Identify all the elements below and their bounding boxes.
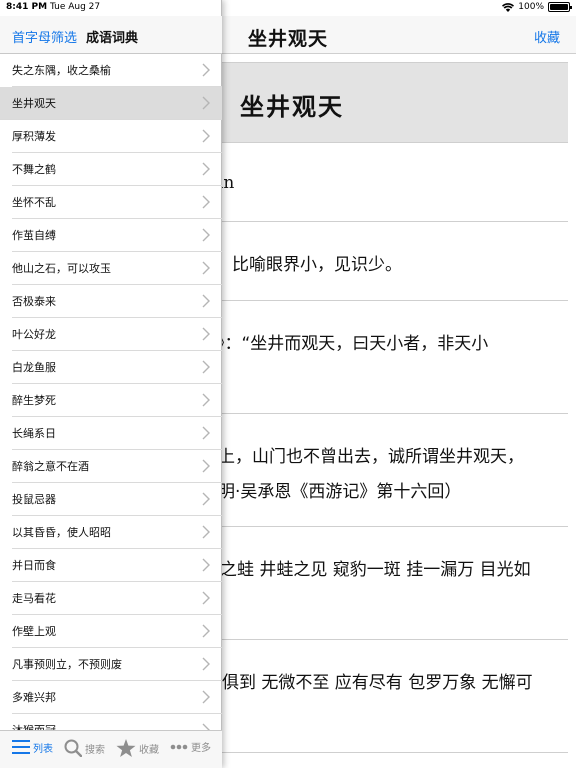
list-item-label: 作壁上观 — [12, 625, 56, 638]
sidebar-title: 成语词典 — [86, 31, 139, 46]
idiom-heading: 坐井观天 — [240, 93, 344, 121]
battery-fill — [550, 4, 568, 10]
antonyms-text: 俱到 无微不至 应有尽有 包罗万象 无懈可 — [222, 673, 533, 693]
chevron-right-icon — [202, 723, 210, 730]
list-item[interactable]: 作茧自缚 — [12, 219, 222, 252]
status-right-group: 100% — [502, 2, 572, 12]
initial-filter-button[interactable]: 首字母筛选 — [12, 27, 77, 46]
chevron-right-icon — [202, 459, 210, 473]
list-item[interactable]: 醉生梦死 — [12, 384, 222, 417]
example-text-line2: 明·吴承恩《西游记》第十六回） — [218, 482, 462, 502]
list-item[interactable]: 失之东隅，收之桑榆 — [12, 54, 222, 87]
list-item[interactable]: 不舞之鹤 — [12, 153, 222, 186]
chevron-right-icon — [202, 624, 210, 638]
list-item-label: 沐猴而冠 — [12, 722, 56, 730]
list-item-label: 多难兴邦 — [12, 691, 56, 704]
search-icon — [64, 739, 82, 757]
list-item-label: 叶公好龙 — [12, 328, 56, 341]
list-icon — [12, 739, 30, 755]
chevron-right-icon — [202, 360, 210, 374]
chevron-right-icon — [202, 261, 210, 275]
chevron-right-icon — [202, 426, 210, 440]
source-text: 》：“坐井而观天，曰天小者，非天小 — [216, 334, 489, 354]
wifi-icon — [502, 2, 515, 12]
list-item-label: 投鼠忌器 — [12, 493, 56, 506]
tab-bar: 列表 搜索 收藏 更多 — [0, 730, 222, 768]
tab-favorites[interactable]: 收藏 — [116, 739, 159, 758]
list-item-label: 厚积薄发 — [12, 130, 56, 143]
list-item-label: 并日而食 — [12, 559, 56, 572]
list-item[interactable]: 厚积薄发 — [12, 120, 222, 153]
list-item[interactable]: 醉翁之意不在酒 — [12, 450, 222, 483]
chevron-right-icon — [202, 195, 210, 209]
chevron-right-icon — [202, 63, 210, 77]
tab-list[interactable]: 列表 — [12, 739, 53, 755]
list-item[interactable]: 坐井观天 — [0, 87, 222, 120]
list-item[interactable]: 叶公好龙 — [12, 318, 222, 351]
list-item-label: 以其昏昏，使人昭昭 — [12, 526, 111, 539]
list-item-label: 凡事预则立，不预则废 — [12, 658, 122, 671]
list-item[interactable]: 长绳系日 — [12, 417, 222, 450]
tab-more-label: 更多 — [191, 743, 211, 754]
list-item-label: 失之东隅，收之桑榆 — [12, 64, 111, 77]
list-item[interactable]: 否极泰来 — [12, 285, 222, 318]
list-item[interactable]: 白龙鱼服 — [12, 351, 222, 384]
list-item[interactable]: 作壁上观 — [12, 615, 222, 648]
sidebar-navigation-bar: 首字母筛选 成语词典 — [0, 16, 222, 54]
chevron-right-icon — [202, 294, 210, 308]
list-item[interactable]: 坐怀不乱 — [12, 186, 222, 219]
tab-favorites-label: 收藏 — [139, 745, 159, 756]
chevron-right-icon — [202, 327, 210, 341]
favorite-button[interactable]: 收藏 — [534, 27, 560, 46]
chevron-right-icon — [202, 525, 210, 539]
list-item-label: 醉生梦死 — [12, 394, 56, 407]
chevron-right-icon — [202, 690, 210, 704]
chevron-right-icon — [202, 657, 210, 671]
status-time: 8:41 PM — [6, 2, 48, 12]
definition-text: 比喻眼界小，见识少。 — [232, 255, 402, 275]
tab-search-label: 搜索 — [85, 744, 105, 756]
chevron-right-icon — [202, 393, 210, 407]
list-item[interactable]: 投鼠忌器 — [12, 483, 222, 516]
idiom-list[interactable]: 失之东隅，收之桑榆 坐井观天厚积薄发不舞之鹤坐怀不乱作茧自缚他山之石，可以攻玉 否极… — [0, 54, 222, 730]
battery-percent: 100% — [518, 2, 544, 12]
status-date: Tue Aug 27 — [50, 2, 101, 12]
list-item-label: 走马看花 — [12, 592, 56, 605]
list-item[interactable]: 沐猴而冠 — [12, 714, 222, 730]
list-item[interactable]: 凡事预则立，不预则废 — [12, 648, 222, 681]
synonyms-text: 之蛙 井蛙之见 窥豹一斑 挂一漏万 目光如 — [220, 560, 531, 580]
example-text-line1: 上，山门也不曾出去，诚所谓坐井观天， — [218, 447, 524, 467]
idiom-list-sidebar: 首字母筛选 成语词典 失之东隅，收之桑榆 坐井观天厚积薄发不舞之鹤坐怀不乱作茧自缚… — [0, 0, 222, 768]
list-item-label: 否极泰来 — [12, 295, 56, 308]
list-item-label: 醉翁之意不在酒 — [12, 460, 89, 473]
list-item-label: 不舞之鹤 — [12, 163, 56, 176]
list-item-label: 坐怀不乱 — [12, 196, 56, 209]
tab-search[interactable]: 搜索 — [64, 739, 105, 757]
chevron-right-icon — [202, 558, 210, 572]
list-item[interactable]: 并日而食 — [12, 549, 222, 582]
tab-more[interactable]: 更多 — [170, 739, 211, 754]
list-item[interactable]: 以其昏昏，使人昭昭 — [12, 516, 222, 549]
chevron-right-icon — [202, 492, 210, 506]
list-item-label: 作茧自缚 — [12, 229, 56, 242]
list-item-label: 他山之石，可以攻玉 — [12, 262, 111, 275]
list-item[interactable]: 多难兴邦 — [12, 681, 222, 714]
list-item-label: 白龙鱼服 — [12, 361, 56, 374]
list-item-label: 坐井观天 — [12, 97, 56, 110]
list-item[interactable]: 走马看花 — [12, 582, 222, 615]
tab-list-label: 列表 — [33, 743, 53, 755]
list-item[interactable]: 他山之石，可以攻玉 — [12, 252, 222, 285]
chevron-right-icon — [202, 129, 210, 143]
battery-icon — [548, 2, 572, 12]
star-icon — [116, 739, 136, 758]
chevron-right-icon — [202, 228, 210, 242]
chevron-right-icon — [202, 591, 210, 605]
more-icon — [170, 744, 188, 750]
chevron-right-icon — [202, 96, 210, 110]
status-bar: 8:41 PM Tue Aug 27 100% — [0, 0, 576, 16]
list-item-label: 长绳系日 — [12, 427, 56, 440]
chevron-right-icon — [202, 162, 210, 176]
